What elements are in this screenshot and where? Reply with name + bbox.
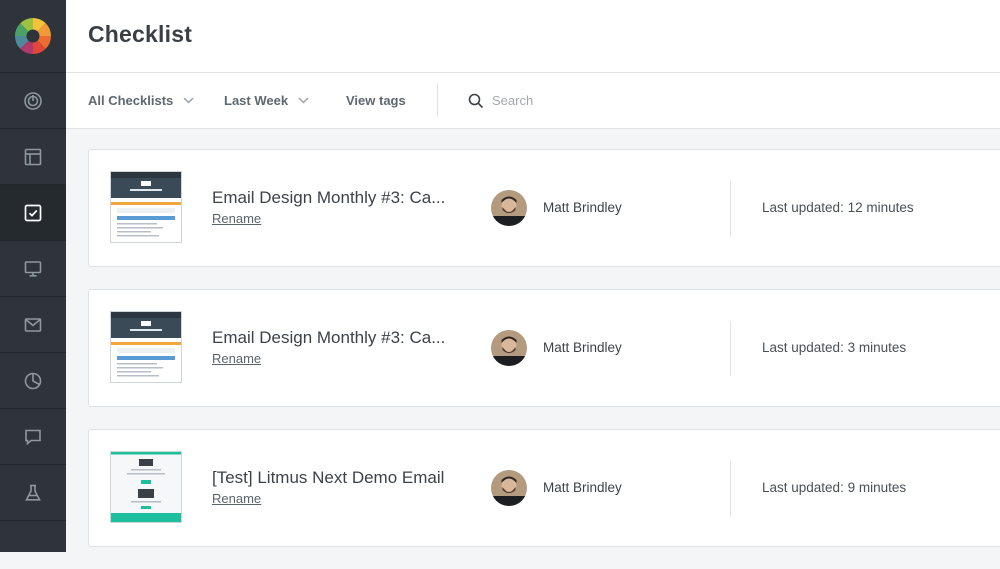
checklist-card[interactable]: Email Design Monthly #3: Ca... Rename Ma… [88,149,1000,267]
flask-icon [25,484,41,501]
sidebar-item-builder[interactable] [0,129,66,185]
user-avatar-image [491,330,527,366]
chat-icon [25,429,41,445]
monitor-icon [24,260,42,277]
analytics-icon [24,372,42,389]
card-divider [730,461,731,516]
sidebar-item-analytics[interactable] [0,353,66,409]
sidebar-item-feedback[interactable] [0,409,66,465]
sidebar-item-dashboard[interactable] [0,73,66,129]
owner-name: Matt Brindley [543,200,622,215]
card-divider [730,321,731,376]
email-thumbnail[interactable] [110,171,182,243]
avatar [491,330,527,366]
checklist-filter-label: All Checklists [88,93,174,108]
view-tags-label: View tags [346,93,406,108]
checklist-filter-dropdown[interactable]: All Checklists [88,73,194,128]
rename-link[interactable]: Rename [212,211,261,226]
toolbar-divider [437,84,438,116]
sidebar-item-previews[interactable] [0,241,66,297]
email-thumbnail[interactable] [110,311,182,383]
date-range-label: Last Week [224,93,289,108]
litmus-logo-icon [14,18,51,54]
page-title: Checklist [88,21,193,47]
avatar [491,470,527,506]
search-input[interactable] [490,92,644,109]
email-preview-image [111,452,181,522]
layout-icon [24,148,42,165]
rename-link[interactable]: Rename [212,351,261,366]
email-thumbnail[interactable] [110,451,182,523]
search-icon [468,93,484,108]
card-divider [730,181,731,236]
filter-toolbar: All Checklists Last Week View tags [66,73,1000,129]
checklist-icon [24,204,42,221]
logo-cell[interactable] [0,0,66,73]
checklist-title: Email Design Monthly #3: Ca... [212,188,446,207]
checklist-title: [Test] Litmus Next Demo Email [212,468,445,487]
dashboard-icon [24,91,42,110]
owner-name: Matt Brindley [543,480,622,495]
sidebar-item-checklist[interactable] [0,185,66,241]
checklist-list: Email Design Monthly #3: Ca... Rename Ma… [88,149,1000,569]
last-updated: Last updated: 12 minutes [762,200,914,215]
email-preview-image [111,172,181,237]
user-avatar-image [491,190,527,226]
chevron-down-icon [298,97,309,104]
rename-link[interactable]: Rename [212,491,261,506]
sidebar-item-email[interactable] [0,297,66,353]
sidebar-item-labs[interactable] [0,465,66,521]
email-preview-image [111,312,181,377]
sidebar [0,0,66,552]
date-range-dropdown[interactable]: Last Week [224,73,309,128]
user-avatar-image [491,470,527,506]
last-updated: Last updated: 3 minutes [762,340,907,355]
search-box [468,73,644,128]
avatar [491,190,527,226]
checklist-card[interactable]: [Test] Litmus Next Demo Email Rename Mat… [88,429,1000,547]
checklist-card[interactable]: Email Design Monthly #3: Ca... Rename Ma… [88,289,1000,407]
last-updated: Last updated: 9 minutes [762,480,907,495]
page-header: Checklist [66,0,1000,73]
mail-icon [24,317,42,332]
checklist-title: Email Design Monthly #3: Ca... [212,328,446,347]
view-tags-button[interactable]: View tags [346,73,406,128]
owner-name: Matt Brindley [543,340,622,355]
chevron-down-icon [183,97,194,104]
